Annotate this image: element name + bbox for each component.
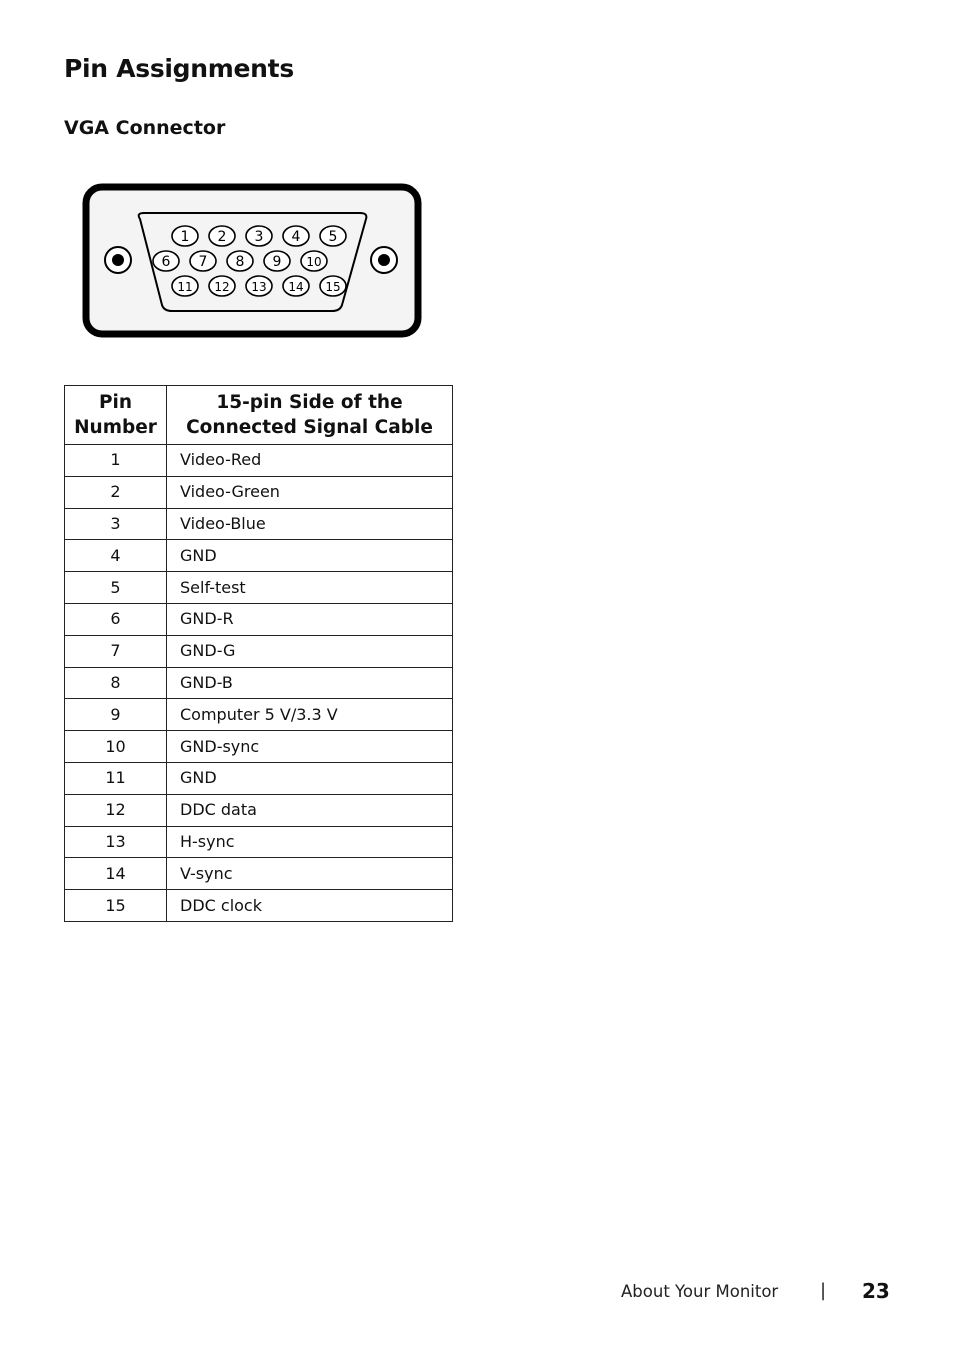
pin-10-icon: 10 (300, 250, 328, 272)
vga-connector-diagram: 1 2 3 4 5 6 7 8 9 10 11 12 13 14 15 (82, 183, 422, 338)
pin-number-cell: 11 (64, 761, 167, 795)
pin-number-cell: 9 (64, 698, 167, 732)
svg-text:13: 13 (251, 280, 266, 294)
pin-number-cell: 2 (64, 475, 167, 509)
signal-cell: GND-sync (166, 730, 453, 763)
svg-text:12: 12 (214, 280, 229, 294)
signal-cell: GND (166, 539, 453, 573)
pin-12-icon: 12 (208, 275, 236, 297)
pin-11-icon: 11 (171, 275, 199, 297)
svg-text:15: 15 (325, 280, 340, 294)
table-row: 6 GND-R (64, 602, 453, 636)
pin-number-cell: 6 (64, 602, 167, 636)
table-row: 9 Computer 5 V/3.3 V (64, 698, 453, 732)
table-row: 13 H-sync (64, 825, 453, 859)
table-row: 2 Video-Green (64, 475, 453, 509)
table-row: 12 DDC data (64, 793, 453, 827)
table-row: 14 V-sync (64, 857, 453, 891)
header-signal: 15-pin Side of the Connected Signal Cabl… (166, 385, 453, 445)
pin-5-icon: 5 (319, 225, 347, 247)
pin-14-icon: 14 (282, 275, 310, 297)
footer-section-title: About Your Monitor (621, 1282, 779, 1301)
pin-7-icon: 7 (189, 250, 217, 272)
svg-text:5: 5 (329, 229, 338, 245)
signal-cell: DDC data (166, 793, 453, 827)
pin-number-cell: 1 (64, 444, 167, 477)
table-header-row: Pin Number 15-pin Side of the Connected … (64, 385, 453, 445)
pin-3-icon: 3 (245, 225, 273, 247)
pin-13-icon: 13 (245, 275, 273, 297)
pin-9-icon: 9 (263, 250, 291, 272)
pin-4-icon: 4 (282, 225, 310, 247)
signal-cell: H-sync (166, 825, 453, 859)
pin-15-icon: 15 (319, 275, 347, 297)
pin-number-cell: 7 (64, 634, 167, 668)
signal-cell: DDC clock (166, 889, 453, 922)
pin-number-cell: 14 (64, 857, 167, 891)
signal-cell: Video-Red (166, 444, 453, 477)
signal-cell: Computer 5 V/3.3 V (166, 698, 453, 732)
pin-number-cell: 15 (64, 889, 167, 922)
svg-text:2: 2 (218, 229, 227, 245)
table-row: 10 GND-sync (64, 730, 453, 763)
left-screw-icon (104, 246, 132, 274)
pin-number-cell: 4 (64, 539, 167, 573)
svg-text:4: 4 (292, 229, 301, 245)
pin-number-cell: 3 (64, 507, 167, 541)
table-row: 4 GND (64, 539, 453, 573)
svg-text:3: 3 (255, 229, 264, 245)
header-pin-number: Pin Number (64, 385, 167, 445)
table-row: 5 Self-test (64, 571, 453, 604)
section-title: VGA Connector (64, 117, 226, 139)
svg-text:8: 8 (236, 254, 245, 270)
signal-cell: GND-B (166, 666, 453, 700)
svg-text:7: 7 (199, 254, 208, 270)
table-row: 7 GND-G (64, 634, 453, 668)
svg-text:14: 14 (288, 280, 303, 294)
pin-1-icon: 1 (171, 225, 199, 247)
pin-number-cell: 5 (64, 571, 167, 604)
svg-text:11: 11 (177, 280, 192, 294)
svg-text:6: 6 (162, 254, 171, 270)
svg-text:10: 10 (306, 255, 321, 269)
signal-cell: V-sync (166, 857, 453, 891)
signal-cell: GND-G (166, 634, 453, 668)
signal-cell: GND-R (166, 602, 453, 636)
pin-number-cell: 12 (64, 793, 167, 827)
table-row: 15 DDC clock (64, 889, 453, 922)
pin-number-cell: 10 (64, 730, 167, 763)
table-row: 8 GND-B (64, 666, 453, 700)
table-row: 1 Video-Red (64, 444, 453, 477)
pin-2-icon: 2 (208, 225, 236, 247)
page-title: Pin Assignments (64, 54, 294, 83)
table-row: 3 Video-Blue (64, 507, 453, 541)
signal-cell: Self-test (166, 571, 453, 604)
signal-cell: GND (166, 761, 453, 795)
svg-text:1: 1 (181, 229, 190, 245)
pin-6-icon: 6 (152, 250, 180, 272)
page-number: 23 (862, 1279, 890, 1303)
right-screw-icon (370, 246, 398, 274)
signal-cell: Video-Blue (166, 507, 453, 541)
table-row: 11 GND (64, 761, 453, 795)
pin-8-icon: 8 (226, 250, 254, 272)
footer-separator: | (820, 1280, 827, 1301)
pin-number-cell: 8 (64, 666, 167, 700)
svg-text:9: 9 (273, 254, 282, 270)
pin-assignment-table: Pin Number 15-pin Side of the Connected … (64, 385, 453, 922)
pin-number-cell: 13 (64, 825, 167, 859)
signal-cell: Video-Green (166, 475, 453, 509)
